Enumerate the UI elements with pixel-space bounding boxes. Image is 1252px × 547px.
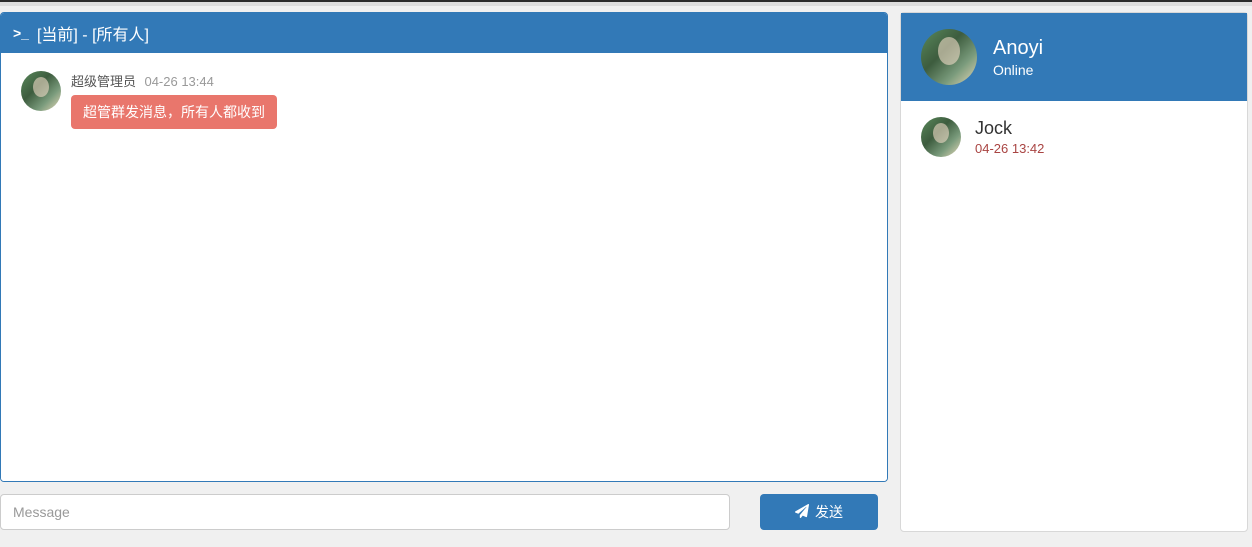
profile-status: Online: [993, 62, 1043, 78]
left-column: >_ [当前] - [所有人] 超级管理员 04-26 13:44 超管群发消息…: [0, 6, 888, 547]
contact-avatar: [921, 117, 961, 157]
avatar[interactable]: [21, 71, 61, 111]
contact-list: Jock 04-26 13:42: [901, 101, 1247, 173]
message-meta: 超级管理员 04-26 13:44: [71, 71, 277, 91]
message-time: 04-26 13:44: [144, 74, 213, 89]
message-bubble: 超管群发消息，所有人都收到: [71, 95, 277, 129]
chat-body[interactable]: 超级管理员 04-26 13:44 超管群发消息，所有人都收到: [1, 53, 887, 481]
chat-header: >_ [当前] - [所有人]: [1, 13, 887, 53]
chat-title: [当前] - [所有人]: [37, 21, 149, 45]
contact-info: Jock 04-26 13:42: [975, 118, 1044, 156]
send-button-label: 发送: [815, 502, 843, 522]
compose-row: 发送: [0, 494, 888, 530]
contact-time: 04-26 13:42: [975, 141, 1044, 156]
profile-header: Anoyi Online: [901, 13, 1247, 101]
contact-name: Jock: [975, 118, 1044, 139]
right-panel: Anoyi Online Jock 04-26 13:42: [900, 12, 1248, 532]
message-content-wrap: 超级管理员 04-26 13:44 超管群发消息，所有人都收到: [71, 71, 277, 129]
sender-name: 超级管理员: [71, 74, 136, 89]
message-input[interactable]: [0, 494, 730, 530]
message-row: 超级管理员 04-26 13:44 超管群发消息，所有人都收到: [21, 71, 867, 129]
paper-plane-icon: [795, 504, 809, 521]
contact-item[interactable]: Jock 04-26 13:42: [921, 117, 1227, 157]
profile-name: Anoyi: [993, 37, 1043, 60]
chat-panel: >_ [当前] - [所有人] 超级管理员 04-26 13:44 超管群发消息…: [0, 12, 888, 482]
main-container: >_ [当前] - [所有人] 超级管理员 04-26 13:44 超管群发消息…: [0, 6, 1252, 547]
terminal-icon: >_: [13, 25, 29, 41]
profile-info: Anoyi Online: [993, 37, 1043, 78]
send-button[interactable]: 发送: [760, 494, 878, 530]
profile-avatar[interactable]: [921, 29, 977, 85]
